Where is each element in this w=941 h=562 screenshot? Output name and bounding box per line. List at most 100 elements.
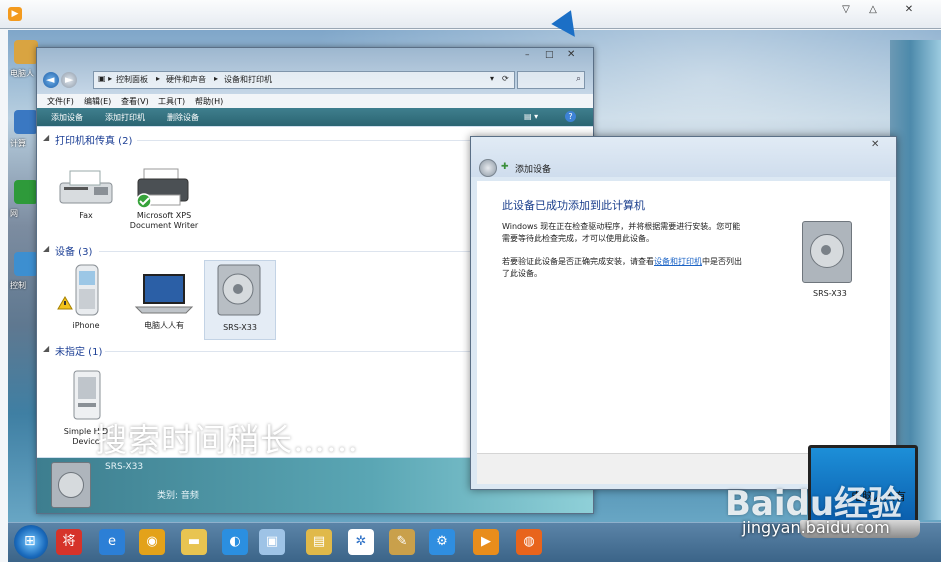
dialog-device-name: SRS-X33 (813, 289, 847, 298)
device-laptop[interactable]: 电脑人人有 (129, 263, 199, 337)
remove-device-button[interactable]: 删除设备 (167, 112, 199, 123)
player-close-button[interactable]: ✕ (899, 4, 919, 16)
para-line: 了此设备。 (502, 269, 542, 278)
speaker-icon (802, 221, 852, 283)
detail-category: 类别: 音频 (157, 491, 199, 501)
desktop-icon-computer-person[interactable] (14, 40, 38, 64)
breadcrumb-control-panel[interactable]: 控制面板 (116, 74, 148, 85)
dialog-close-button[interactable]: ✕ (871, 139, 879, 150)
baidu-watermark-url: jingyan.baidu.com (742, 518, 890, 537)
devices-icon[interactable]: ▣ (259, 529, 285, 555)
device-fax[interactable]: Fax (51, 165, 121, 229)
start-button[interactable]: ⊞ (14, 525, 48, 559)
add-printer-button[interactable]: 添加打印机 (105, 112, 145, 123)
settings-icon[interactable]: ⚙ (429, 529, 455, 555)
windows-logo-icon: ⊞ (24, 533, 36, 549)
breadcrumb-separator: ▸ (214, 74, 219, 83)
firefox-icon[interactable]: ◍ (516, 529, 542, 555)
dialog-back-button[interactable] (479, 159, 497, 177)
group-printers-fax[interactable]: 打印机和传真 (2) (55, 132, 132, 147)
para-text: 若要验证此设备是否正确完成安装，请查看 (502, 257, 654, 266)
device-label: iPhone (72, 321, 100, 330)
dropdown-arrow-icon[interactable]: ▾ (490, 74, 494, 83)
para-line: 需要等待此检查完成，才可以使用此设备。 (502, 234, 654, 243)
desktop-icon-control-panel[interactable] (14, 252, 38, 276)
dialog-title: 添加设备 (515, 165, 552, 175)
menu-help[interactable]: 帮助(H) (195, 96, 223, 107)
dialog-content: 此设备已成功添加到此计算机 Windows 现在正在检查驱动程序，并将根据需要进… (477, 181, 890, 453)
breadcrumb-separator: ▸ (156, 74, 161, 83)
desktop-icon-computer[interactable] (14, 110, 38, 134)
qq-browser-icon[interactable]: ◐ (222, 529, 248, 555)
address-bar[interactable]: ▣ ▸ 控制面板 ▸ 硬件和声音 ▸ 设备和打印机 ▾ ⟳ (93, 71, 515, 89)
window-close-button[interactable]: ✕ (567, 49, 575, 60)
group-unspecified[interactable]: 未指定 (1) (55, 343, 102, 358)
search-input[interactable]: ⌕ (517, 71, 585, 89)
laptop-icon (134, 274, 194, 314)
para-text: 中是否列出 (702, 257, 742, 266)
dialog-titlebar: ✚ 添加设备 ✕ (471, 137, 896, 177)
fax-icon (59, 170, 113, 204)
refresh-icon[interactable]: ⟳ (502, 74, 509, 83)
search-icon: ⌕ (575, 74, 581, 84)
chrome-icon[interactable]: ◉ (139, 529, 165, 555)
player-minimize-button[interactable]: ▽ (836, 4, 856, 16)
speaker-icon (217, 264, 261, 316)
collapse-arrow-icon[interactable]: ◢ (43, 344, 49, 353)
collapse-arrow-icon[interactable]: ◢ (43, 244, 49, 253)
device-label: 电脑人人有 (144, 321, 184, 330)
player-maximize-button[interactable]: △ (863, 4, 883, 16)
add-device-icon: ✚ (501, 162, 509, 172)
explorer-icon[interactable]: ▤ (306, 529, 332, 555)
speaker-icon (51, 462, 91, 508)
player-app-icon: ▶ (8, 7, 22, 21)
device-xps-writer[interactable]: Microsoft XPS Document Writer (125, 165, 203, 239)
phone-icon (57, 264, 99, 316)
para-line: Windows 现在正在检查驱动程序，并将根据需要进行安装。您可能 (502, 222, 741, 231)
device-label: SRS-X33 (223, 323, 257, 332)
folder-icon[interactable]: ▬ (181, 529, 207, 555)
command-bar: 添加设备 添加打印机 删除设备 ▤ ▾ ? (37, 108, 593, 126)
add-device-dialog: ✚ 添加设备 ✕ 此设备已成功添加到此计算机 Windows 现在正在检查驱动程… (470, 136, 897, 490)
back-button[interactable]: ◄ (43, 72, 59, 88)
paint-icon[interactable]: ✎ (389, 529, 415, 555)
add-device-button[interactable]: 添加设备 (51, 112, 83, 123)
para-line: 若要验证此设备是否正确完成安装，请查看设备和打印机中是否列出 (502, 256, 762, 268)
printer-icon (136, 168, 189, 209)
window-maximize-button[interactable]: □ (545, 50, 554, 60)
menu-view[interactable]: 查看(V) (121, 96, 149, 107)
help-icon[interactable]: ? (565, 111, 576, 122)
menu-tools[interactable]: 工具(T) (158, 96, 185, 107)
collapse-arrow-icon[interactable]: ◢ (43, 133, 49, 142)
back-arrow-icon: ◄ (46, 73, 55, 86)
breadcrumb-devices-printers[interactable]: 设备和打印机 (224, 74, 272, 85)
breadcrumb-hardware-sound[interactable]: 硬件和声音 (166, 74, 206, 85)
device-iphone[interactable]: iPhone (51, 263, 121, 337)
device-label: Fax (79, 211, 93, 220)
devices-printers-link[interactable]: 设备和打印机 (654, 257, 702, 266)
player-titlebar: ▶ ▽ △ ✕ (0, 0, 941, 29)
view-options-icon[interactable]: ▤ ▾ (524, 112, 538, 121)
device-label: Microsoft XPS (136, 211, 192, 220)
devices-folder-icon: ▣ ▸ (98, 74, 113, 83)
caption-overlay: 搜索时间稍长…… (95, 421, 360, 459)
forward-button[interactable]: ► (61, 72, 77, 88)
pinwheel-icon[interactable]: ✲ (348, 529, 374, 555)
desktop-icon-network[interactable] (14, 180, 38, 204)
menu-file[interactable]: 文件(F) (47, 96, 74, 107)
device-srs-x33[interactable]: SRS-X33 (204, 260, 276, 340)
menu-edit[interactable]: 编辑(E) (84, 96, 111, 107)
window-minimize-button[interactable]: – (525, 50, 530, 60)
group-devices[interactable]: 设备 (3) (55, 243, 92, 258)
dialog-paragraph-2: 若要验证此设备是否正确完成安装，请查看设备和打印机中是否列出 了此设备。 (502, 256, 762, 280)
ie-icon[interactable]: e (99, 529, 125, 555)
window-frame-top: – □ ✕ ◄ ► ▣ ▸ 控制面板 ▸ 硬件和声音 ▸ 设备和打印机 ▾ ⟳ … (37, 48, 593, 94)
jiang-app-icon[interactable]: 将 (56, 529, 82, 555)
media-icon[interactable]: ▶ (473, 529, 499, 555)
menu-bar: 文件(F) 编辑(E) 查看(V) 工具(T) 帮助(H) (37, 94, 593, 109)
dialog-paragraph-1: Windows 现在正在检查驱动程序，并将根据需要进行安装。您可能 需要等待此检… (502, 221, 762, 245)
device-label: Document Writer (129, 221, 199, 230)
forward-arrow-icon: ► (65, 73, 74, 86)
detail-device-name: SRS-X33 (105, 462, 144, 472)
dialog-heading: 此设备已成功添加到此计算机 (502, 199, 645, 212)
